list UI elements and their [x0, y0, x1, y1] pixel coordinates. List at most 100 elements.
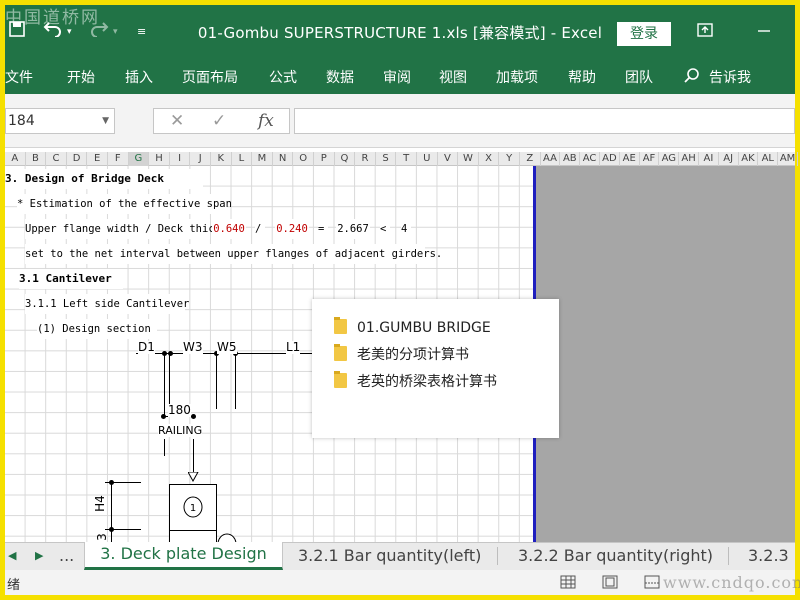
less-than-cell[interactable]: <: [380, 219, 390, 239]
ratio-cell[interactable]: 2.667: [336, 219, 370, 239]
tab-data[interactable]: 数据: [326, 67, 354, 87]
limit-cell[interactable]: 4: [401, 219, 411, 239]
flange-width-cell[interactable]: 0.640: [212, 219, 246, 239]
column-header-j[interactable]: J: [190, 152, 211, 166]
column-header-p[interactable]: P: [314, 152, 335, 166]
left-cantilever-cell[interactable]: 3.1.1 Left side Cantilever: [25, 294, 189, 314]
column-header-u[interactable]: U: [417, 152, 438, 166]
tab-review[interactable]: 审阅: [383, 67, 411, 87]
estimation-cell[interactable]: * Estimation of the effective span: [17, 194, 232, 214]
design-section-cell[interactable]: (1) Design section: [37, 319, 157, 339]
non-print-area: [536, 166, 795, 542]
more-tabs-button[interactable]: ...: [59, 543, 74, 570]
column-header-w[interactable]: W: [458, 152, 479, 166]
column-header-ag[interactable]: AG: [659, 152, 680, 166]
folder-item-gumbu[interactable]: 01.GUMBU BRIDGE: [334, 317, 491, 338]
name-box[interactable]: 184 ▼: [5, 108, 115, 134]
tab-view[interactable]: 视图: [439, 67, 467, 87]
heading-cell[interactable]: 3. Design of Bridge Deck: [5, 169, 203, 189]
deck-thickness-cell[interactable]: 0.240: [275, 219, 309, 239]
tab-deck-plate-design[interactable]: 3. Deck plate Design: [84, 542, 283, 570]
column-headers: A B C D E F G H I J K L M N O P Q R S T U V W X Y Z AA AB AC AD AE AF AG…: [5, 152, 798, 166]
tab-team[interactable]: 团队: [625, 67, 653, 87]
column-header-a[interactable]: A: [5, 152, 26, 166]
page-break-view-icon[interactable]: [644, 575, 660, 593]
tab-bar-quantity-left[interactable]: 3.2.1 Bar quantity(left): [298, 543, 481, 570]
tab-formulas[interactable]: 公式: [269, 67, 297, 87]
column-header-e[interactable]: E: [87, 152, 108, 166]
column-header-al[interactable]: AL: [758, 152, 779, 166]
folder-item-uk-calcs[interactable]: 老英的桥梁表格计算书: [334, 371, 497, 392]
name-box-value: 184: [8, 113, 35, 129]
tab-3-2-3[interactable]: 3.2.3: [748, 543, 789, 570]
tab-home[interactable]: 开始: [67, 67, 95, 87]
formula-buttons: ✕ ✓ fx: [153, 108, 290, 134]
column-header-k[interactable]: K: [211, 152, 232, 166]
line-w3: [216, 353, 217, 409]
column-header-aj[interactable]: AJ: [719, 152, 739, 166]
railing-leader: [164, 439, 165, 456]
column-header-s[interactable]: S: [376, 152, 397, 166]
column-header-c[interactable]: C: [46, 152, 67, 166]
section-cantilever-cell[interactable]: 3.1 Cantilever: [19, 269, 123, 289]
column-header-d[interactable]: D: [67, 152, 88, 166]
column-header-t[interactable]: T: [396, 152, 417, 166]
tell-me-search-icon[interactable]: [683, 67, 701, 85]
name-box-dropdown-icon[interactable]: ▼: [102, 109, 109, 133]
h4-label: H4: [92, 495, 107, 512]
equals-cell[interactable]: =: [318, 219, 328, 239]
column-header-g[interactable]: G: [128, 152, 150, 166]
folder-item-us-calcs[interactable]: 老美的分项计算书: [334, 344, 469, 365]
interval-note-cell[interactable]: set to the net interval between upper fl…: [25, 244, 442, 264]
normal-view-icon[interactable]: [560, 575, 576, 593]
cancel-icon[interactable]: ✕: [170, 109, 184, 133]
scroll-tabs-left-icon[interactable]: ◀: [8, 543, 16, 570]
column-header-ab[interactable]: AB: [560, 152, 581, 166]
column-header-r[interactable]: R: [355, 152, 376, 166]
column-header-x[interactable]: X: [479, 152, 500, 166]
column-header-z[interactable]: Z: [520, 152, 541, 166]
column-header-l[interactable]: L: [232, 152, 253, 166]
tell-me-label[interactable]: 告诉我: [709, 67, 751, 87]
column-header-i[interactable]: I: [170, 152, 191, 166]
column-header-q[interactable]: Q: [335, 152, 356, 166]
slash-cell[interactable]: /: [255, 219, 265, 239]
tab-addins[interactable]: 加载项: [496, 67, 538, 87]
column-header-h[interactable]: H: [149, 152, 170, 166]
column-header-ak[interactable]: AK: [739, 152, 759, 166]
column-header-aa[interactable]: AA: [541, 152, 561, 166]
page-layout-view-icon[interactable]: [602, 575, 618, 593]
column-header-n[interactable]: N: [273, 152, 294, 166]
dot-d1: [162, 351, 167, 356]
column-header-ae[interactable]: AE: [620, 152, 640, 166]
tab-insert[interactable]: 插入: [125, 67, 153, 87]
dim-180-label: 180: [168, 403, 191, 417]
minimize-icon[interactable]: [757, 19, 771, 45]
scroll-tabs-right-icon[interactable]: ▶: [35, 543, 43, 570]
tab-file[interactable]: 文件: [5, 67, 33, 87]
enter-icon[interactable]: ✓: [212, 109, 226, 133]
tab-bar-quantity-right[interactable]: 3.2.2 Bar quantity(right): [518, 543, 713, 570]
column-header-m[interactable]: M: [252, 152, 273, 166]
svg-text:1: 1: [190, 503, 196, 514]
column-header-f[interactable]: F: [108, 152, 129, 166]
column-header-ac[interactable]: AC: [580, 152, 600, 166]
column-header-af[interactable]: AF: [640, 152, 660, 166]
formula-input[interactable]: [294, 108, 795, 134]
column-header-ad[interactable]: AD: [600, 152, 620, 166]
column-header-b[interactable]: B: [26, 152, 47, 166]
column-header-y[interactable]: Y: [499, 152, 520, 166]
login-button[interactable]: 登录: [617, 22, 671, 46]
column-header-ah[interactable]: AH: [679, 152, 699, 166]
column-header-v[interactable]: V: [438, 152, 459, 166]
line-d1: [164, 353, 165, 416]
column-header-ai[interactable]: AI: [699, 152, 719, 166]
column-header-o[interactable]: O: [293, 152, 314, 166]
ribbon-display-options-icon[interactable]: [697, 19, 713, 45]
tab-help[interactable]: 帮助: [568, 67, 596, 87]
tab-page-layout[interactable]: 页面布局: [182, 67, 238, 87]
line-w5: [235, 353, 236, 409]
column-header-am[interactable]: AM: [778, 152, 798, 166]
flange-label-cell[interactable]: Upper flange width / Deck thic: [25, 219, 215, 239]
insert-function-icon[interactable]: fx: [258, 109, 274, 133]
